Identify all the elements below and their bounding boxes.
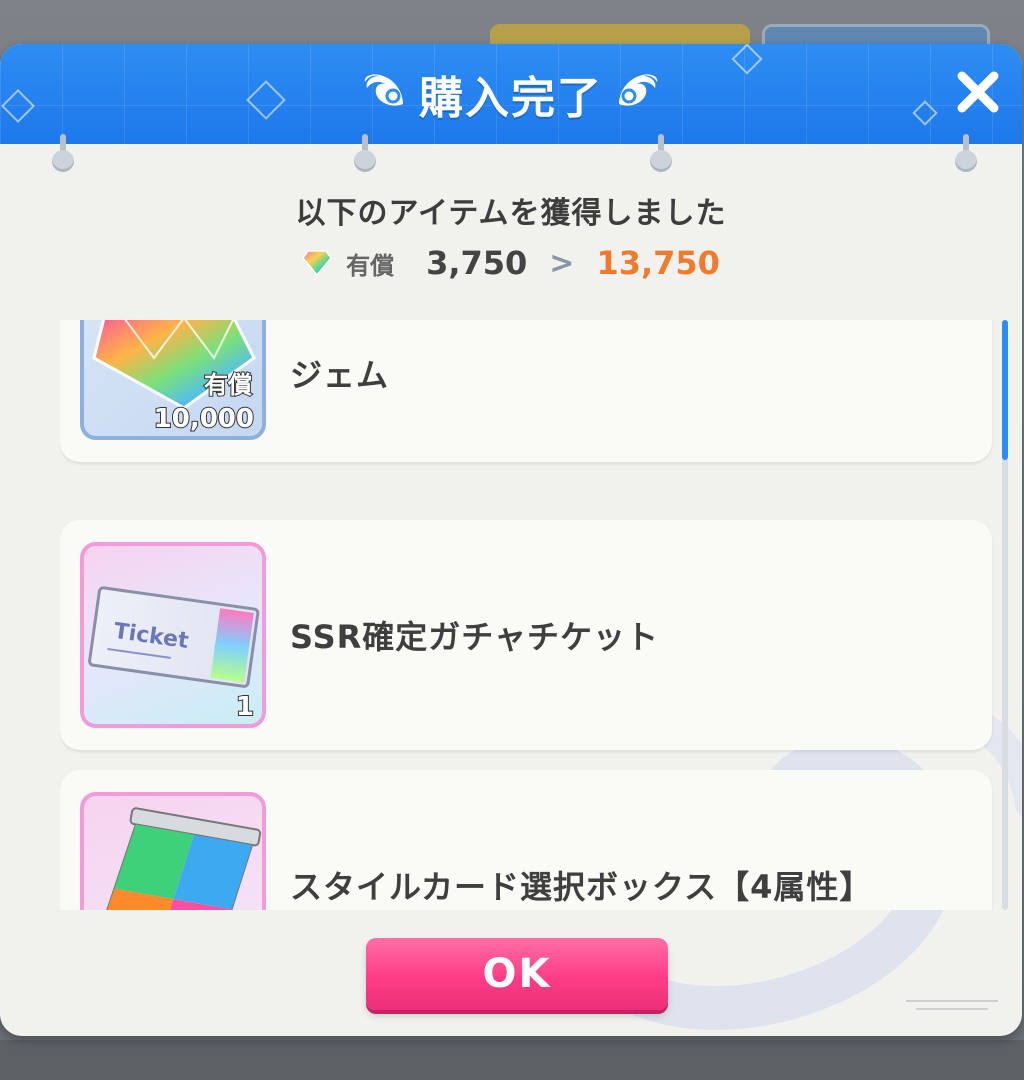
ok-button[interactable]: OK: [366, 938, 668, 1010]
gem-type-label: 有償: [346, 251, 395, 280]
background-bottom-bar: [0, 1040, 1024, 1080]
list-item: 有償 10,000 ジェム: [60, 320, 992, 462]
gem-before-amount: 3,750: [426, 244, 528, 282]
style-card-box-icon: 1: [80, 792, 266, 910]
item-quantity: 1: [235, 691, 255, 723]
purchase-complete-dialog: 購入完了 以下のアイテムを獲得しました 有償 3,750 > 13,750 有償…: [0, 44, 1022, 1036]
list-item: 1 スタイルカード選択ボックス【4属性】: [60, 770, 992, 910]
close-icon[interactable]: [954, 68, 1002, 116]
dialog-title: 購入完了: [419, 73, 603, 124]
gacha-ticket-icon: Ticket 1: [80, 542, 266, 728]
pin-deco: [955, 134, 977, 172]
left-wing-icon: [364, 74, 403, 106]
item-name: SSR確定ガチャチケット: [290, 618, 659, 656]
gem-balance-change: 有償 3,750 > 13,750: [0, 244, 1022, 282]
acquired-items-list[interactable]: 有償 10,000 ジェム Ticket 1 SSR確定ガチャチケット スタイル…: [60, 320, 994, 910]
item-name: ジェム: [290, 356, 390, 394]
dialog-header: 購入完了: [0, 44, 1022, 144]
pin-deco: [650, 134, 672, 172]
result-message: 以下のアイテムを獲得しました: [295, 196, 727, 231]
list-item: Ticket 1 SSR確定ガチャチケット: [60, 520, 992, 750]
close-button[interactable]: [948, 62, 1008, 122]
rainbow-gem-icon: 有償 10,000: [80, 320, 266, 440]
list-scrollbar-thumb[interactable]: [1002, 320, 1008, 460]
item-name: スタイルカード選択ボックス【4属性】: [290, 868, 873, 906]
gem-icon: [302, 250, 333, 276]
game-logo-mark: [906, 1000, 998, 1010]
gem-after-amount: 13,750: [596, 244, 720, 282]
item-paid-tag: 有償: [203, 370, 253, 400]
pin-deco: [354, 134, 376, 172]
chevron-right-icon: >: [549, 245, 575, 281]
item-quantity: 10,000: [153, 403, 255, 435]
right-wing-icon: [619, 74, 658, 106]
pin-deco: [52, 134, 74, 172]
